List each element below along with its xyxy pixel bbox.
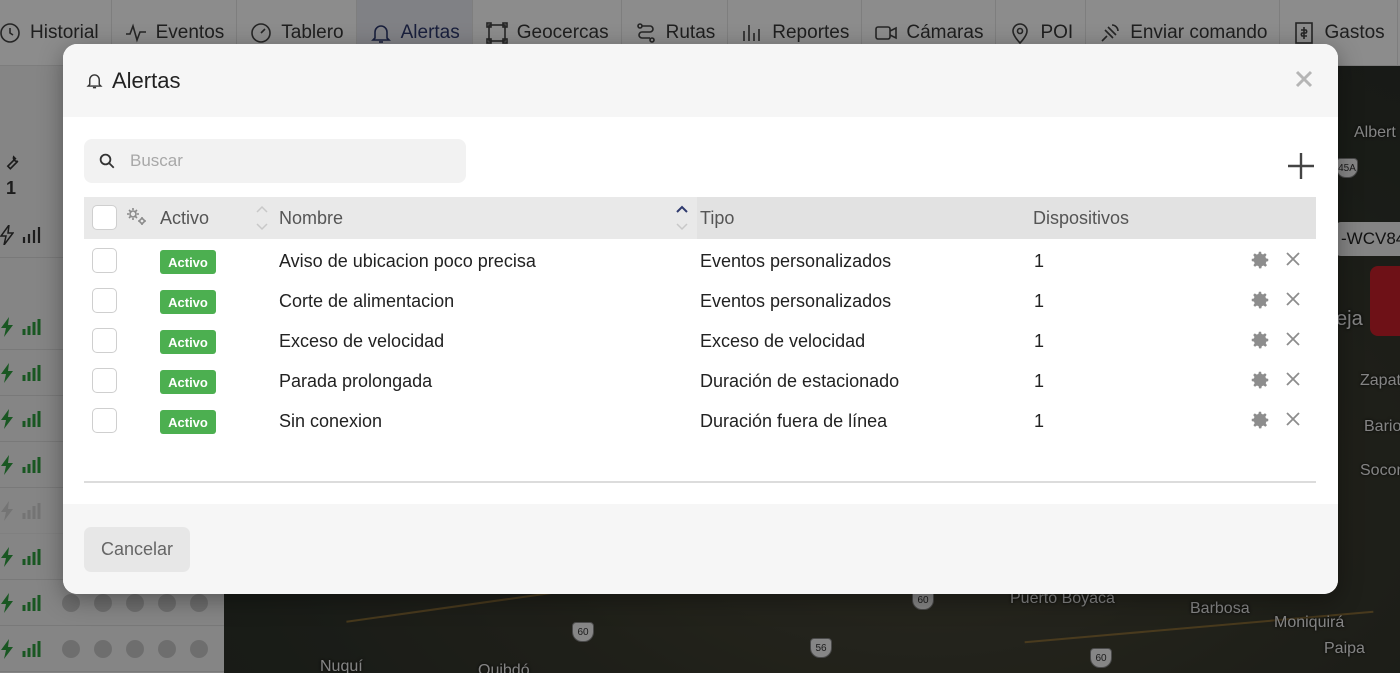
alert-type: Eventos personalizados: [700, 290, 892, 311]
gears-icon[interactable]: [125, 205, 149, 229]
alert-type: Exceso de velocidad: [700, 330, 866, 351]
column-header-dispositivos[interactable]: Dispositivos: [1033, 197, 1129, 239]
status-badge: Activo: [160, 330, 216, 354]
delete-icon[interactable]: [1285, 371, 1301, 387]
divider: [84, 481, 1316, 483]
status-badge: Activo: [160, 250, 216, 274]
bell-icon: [85, 71, 104, 90]
search-icon: [99, 153, 115, 169]
status-badge: Activo: [160, 370, 216, 394]
delete-icon[interactable]: [1285, 251, 1301, 267]
alert-name: Sin conexion: [279, 410, 383, 431]
alert-type: Duración de estacionado: [700, 370, 900, 391]
gear-icon[interactable]: [1249, 249, 1271, 271]
cancel-button[interactable]: Cancelar: [84, 527, 190, 572]
device-count: 1: [1034, 370, 1045, 391]
alert-name: Corte de alimentacion: [279, 290, 455, 311]
table-row[interactable]: Activo Parada prolongada Duración de est…: [84, 361, 1316, 401]
column-header-activo[interactable]: Activo: [160, 197, 209, 239]
modal-footer: Cancelar: [63, 504, 1338, 594]
status-badge: Activo: [160, 410, 216, 434]
gear-icon[interactable]: [1249, 369, 1271, 391]
plus-icon: [1288, 153, 1314, 179]
delete-icon[interactable]: [1285, 291, 1301, 307]
status-badge: Activo: [160, 290, 216, 314]
alerts-modal: Alertas Activo Nombre Tipo Dispositivos: [63, 44, 1338, 594]
table-header: Activo Nombre Tipo Dispositivos: [84, 197, 1316, 239]
table-row[interactable]: Activo Exceso de velocidad Exceso de vel…: [84, 321, 1316, 361]
search-input[interactable]: [130, 151, 450, 171]
select-all-checkbox[interactable]: [92, 205, 117, 230]
delete-icon[interactable]: [1285, 411, 1301, 427]
device-count: 1: [1034, 250, 1045, 271]
alert-type: Eventos personalizados: [700, 250, 892, 271]
sort-asc-icon[interactable]: [675, 200, 689, 236]
modal-header: Alertas: [63, 44, 1338, 117]
row-checkbox[interactable]: [92, 328, 117, 353]
table-row[interactable]: Activo Aviso de ubicacion poco precisa E…: [84, 241, 1316, 281]
close-icon[interactable]: [1292, 67, 1316, 91]
gear-icon[interactable]: [1249, 329, 1271, 351]
row-checkbox[interactable]: [92, 248, 117, 273]
alert-name: Parada prolongada: [279, 370, 433, 391]
alert-name: Exceso de velocidad: [279, 330, 445, 351]
row-checkbox[interactable]: [92, 288, 117, 313]
row-checkbox[interactable]: [92, 368, 117, 393]
delete-icon[interactable]: [1285, 331, 1301, 347]
table-row[interactable]: Activo Sin conexion Duración fuera de lí…: [84, 401, 1316, 441]
search-box: [84, 139, 466, 183]
row-checkbox[interactable]: [92, 408, 117, 433]
add-alert-button[interactable]: [1285, 150, 1317, 182]
device-count: 1: [1034, 410, 1045, 431]
alert-name: Aviso de ubicacion poco precisa: [279, 250, 536, 271]
gear-icon[interactable]: [1249, 289, 1271, 311]
sort-arrows-icon[interactable]: [255, 200, 269, 236]
column-header-tipo[interactable]: Tipo: [700, 197, 734, 239]
device-count: 1: [1034, 330, 1045, 351]
alert-type: Duración fuera de línea: [700, 410, 888, 431]
table-row[interactable]: Activo Corte de alimentacion Eventos per…: [84, 281, 1316, 321]
modal-title: Alertas: [112, 67, 181, 93]
gear-icon[interactable]: [1249, 409, 1271, 431]
column-header-nombre[interactable]: Nombre: [279, 197, 343, 239]
device-count: 1: [1034, 290, 1045, 311]
